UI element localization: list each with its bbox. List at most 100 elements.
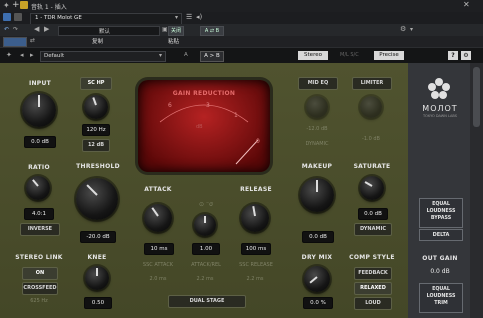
meter-tick: 6: [168, 102, 172, 109]
ratio-value[interactable]: 4.0:1: [24, 208, 54, 220]
sc-hp-button[interactable]: SC HP: [80, 77, 112, 90]
ab-compare-button[interactable]: A ⇄ B: [200, 26, 224, 36]
attack-rel-value[interactable]: 1.00: [192, 243, 220, 255]
close-icon[interactable]: ✕: [463, 0, 470, 9]
window-title: 音轨 1 - 插入: [31, 4, 67, 11]
attack-rel-sc-value[interactable]: 2.2 ms: [192, 276, 218, 282]
mid-eq-knob[interactable]: [306, 96, 328, 118]
paste-button[interactable]: 粘贴: [168, 37, 179, 45]
equal-loudness-bypass-button[interactable]: EQUAL LOUDNESS BYPASS: [419, 198, 463, 228]
crossfeed-value[interactable]: 625 Hz: [22, 298, 56, 304]
release-knob[interactable]: [241, 204, 269, 232]
next-icon[interactable]: ▶: [44, 25, 49, 33]
inverse-button[interactable]: INVERSE: [20, 223, 60, 236]
chevron-down-icon: ▾: [158, 52, 162, 59]
meter-tick: 3: [206, 102, 210, 109]
help-button[interactable]: ?: [448, 51, 458, 60]
save-icon[interactable]: ▣: [162, 26, 168, 33]
limiter-knob[interactable]: [360, 96, 382, 118]
dual-stage-button[interactable]: DUAL STAGE: [168, 295, 246, 308]
sc-hp-slope-button[interactable]: 12 dB: [82, 139, 110, 152]
redo-icon[interactable]: ↷: [13, 26, 18, 33]
release-label: RELEASE: [240, 186, 272, 193]
plugin-toolbar: ✦ ◂ ▸ Default ▾ A A > B Stereo M/L S/C P…: [0, 48, 483, 63]
copy-button[interactable]: 复制: [92, 37, 103, 45]
state-a-button[interactable]: A: [184, 52, 188, 58]
dry-mix-knob[interactable]: [304, 266, 330, 292]
mid-eq-button[interactable]: MID EQ: [298, 77, 338, 90]
comp-style-label: COMP STYLE: [349, 254, 395, 261]
equal-loudness-trim-button[interactable]: EQUAL LOUDNESS TRIM: [419, 283, 463, 313]
saturate-dynamic-button[interactable]: DYNAMIC: [354, 223, 392, 236]
settings-icon[interactable]: ⚙: [400, 25, 406, 33]
input-knob[interactable]: [22, 93, 56, 127]
ssc-attack-value[interactable]: 2.0 ms: [144, 276, 172, 282]
makeup-knob[interactable]: [300, 178, 334, 212]
ratio-label: RATIO: [28, 164, 50, 171]
meter-unit: dB: [196, 124, 203, 130]
precise-button[interactable]: Precise: [374, 51, 404, 60]
scrollbar-thumb[interactable]: [473, 67, 480, 127]
feedback-button[interactable]: FEEDBACK: [354, 267, 392, 280]
threshold-label: THRESHOLD: [76, 163, 120, 170]
sc-hp-value[interactable]: 120 Hz: [82, 124, 110, 136]
makeup-value[interactable]: 0.0 dB: [302, 231, 334, 243]
speaker-icon[interactable]: ◂): [196, 13, 202, 21]
release-value[interactable]: 100 ms: [241, 243, 271, 255]
meter-tick: 1: [234, 112, 238, 119]
saturate-value[interactable]: 0.0 dB: [358, 208, 388, 220]
link-icon[interactable]: ⊙ ⁻σ: [196, 201, 216, 208]
host-row-2: ↶ ↷ ◀ ▶ 默认 ▣ 关闭 A ⇄ B ⚙ ▾: [0, 24, 483, 36]
input-value[interactable]: 0.0 dB: [24, 136, 56, 148]
read-button[interactable]: [3, 37, 27, 47]
power-icon[interactable]: [3, 13, 11, 21]
attack-knob[interactable]: [144, 204, 172, 232]
limiter-value[interactable]: -1.0 dB: [356, 136, 386, 142]
relaxed-button[interactable]: RELAXED: [354, 282, 392, 295]
scrollbar[interactable]: [470, 63, 483, 318]
plugin-settings-icon[interactable]: ⚙: [461, 51, 471, 60]
saturate-label: SATURATE: [353, 163, 391, 170]
pin-icon[interactable]: ✦: [3, 1, 10, 10]
plugin-undo-icon[interactable]: ◂: [20, 51, 24, 59]
mid-eq-dynamic-button[interactable]: DYNAMIC: [302, 141, 332, 147]
delta-button[interactable]: DELTA: [419, 229, 463, 241]
arrow-icon[interactable]: ⇄: [30, 37, 35, 44]
add-icon[interactable]: +: [12, 0, 20, 10]
dry-mix-label: DRY MIX: [301, 254, 333, 261]
prev-icon[interactable]: ◀: [34, 25, 39, 33]
stereo-button[interactable]: Stereo: [298, 51, 328, 60]
undo-icon[interactable]: ↶: [4, 26, 9, 33]
preset-selector[interactable]: 默认: [58, 26, 160, 36]
ms-button[interactable]: M/L S/C: [340, 52, 359, 58]
preset-name-field[interactable]: Default ▾: [40, 51, 166, 62]
threshold-knob[interactable]: [76, 178, 118, 220]
attack-rel-knob[interactable]: [194, 214, 216, 236]
saturate-knob[interactable]: [360, 176, 384, 200]
attack-value[interactable]: 10 ms: [144, 243, 174, 255]
plugin-redo-icon[interactable]: ▸: [30, 51, 34, 59]
ratio-knob[interactable]: [26, 176, 50, 200]
threshold-value[interactable]: -20.0 dB: [80, 231, 116, 243]
list-icon[interactable]: ☰: [186, 13, 192, 21]
plugin-menu-icon[interactable]: ✦: [6, 51, 12, 59]
loud-button[interactable]: LOUD: [354, 297, 392, 310]
dry-mix-value[interactable]: 0.0 %: [303, 297, 333, 309]
ab-copy-button[interactable]: A > B: [200, 51, 224, 62]
meter-dial: [159, 104, 259, 165]
knee-value[interactable]: 0.50: [84, 297, 112, 309]
crossfeed-button[interactable]: CROSSFEED: [22, 282, 58, 295]
sidechain-icon[interactable]: [14, 13, 22, 21]
stereo-link-on-button[interactable]: ON: [22, 267, 58, 280]
track-color-icon: [20, 1, 28, 9]
bypass-button[interactable]: 关闭: [168, 26, 184, 36]
makeup-label: MAKEUP: [301, 163, 333, 170]
ssc-release-value[interactable]: 2.2 ms: [241, 276, 269, 282]
sc-hp-knob[interactable]: [84, 95, 108, 119]
attack-rel-label: ATTACK/REL: [191, 262, 221, 268]
limiter-button[interactable]: LIMITER: [352, 77, 392, 90]
out-gain-value[interactable]: 0.0 dB: [414, 268, 466, 275]
knee-knob[interactable]: [85, 266, 109, 290]
mid-eq-value[interactable]: -12.0 dB: [302, 126, 332, 132]
more-icon[interactable]: ▾: [410, 26, 413, 33]
